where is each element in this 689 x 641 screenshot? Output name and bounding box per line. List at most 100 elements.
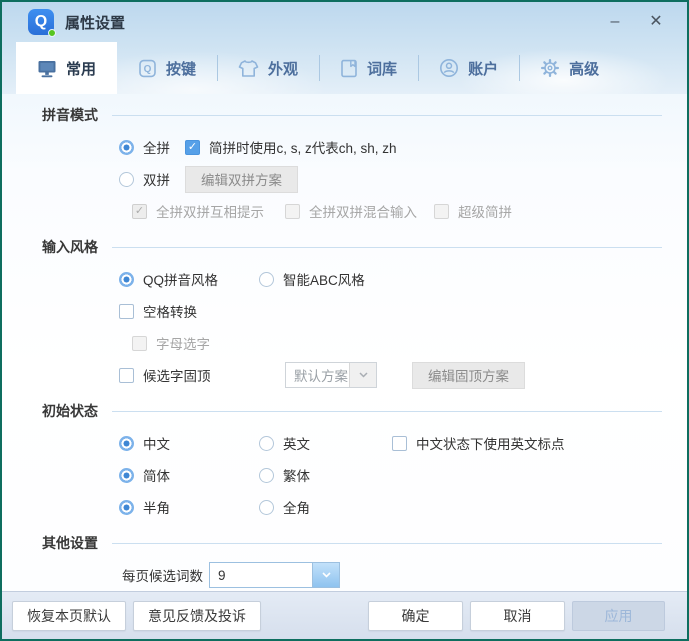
row-letter-select: 字母选字 [132,328,687,358]
radio-label: 全拼 [143,137,170,157]
radio-full-width[interactable]: 全角 [259,497,310,517]
checkbox-letter-select: 字母选字 [132,333,210,353]
checkbox-disabled-icon [434,204,449,219]
tab-advanced[interactable]: 高级 [519,42,620,94]
row-candidate-pin: 候选字固顶 默认方案 编辑固顶方案 [119,360,687,390]
section-pinyin-mode: 拼音模式 [42,106,662,124]
section-title: 拼音模式 [42,105,98,125]
tab-appearance[interactable]: 外观 [217,42,319,94]
checkbox-checked-disabled-icon [132,204,147,219]
checkbox-english-punct[interactable]: 中文状态下使用英文标点 [392,433,565,453]
section-divider [112,411,662,412]
radio-quanpin[interactable]: 全拼 [119,137,185,157]
ok-button[interactable]: 确定 [368,601,463,631]
book-icon [340,59,358,78]
radio-label: 双拼 [143,169,170,189]
pin-scheme-select: 默认方案 [285,362,377,388]
cancel-button[interactable]: 取消 [470,601,565,631]
radio-selected-icon [119,468,134,483]
radio-unselected-icon [259,272,274,287]
restore-defaults-button[interactable]: 恢复本页默认 [12,601,126,631]
logo-letter: Q [35,13,47,31]
row-shuangpin: 双拼 编辑双拼方案 [119,164,687,194]
row-language: 中文 英文 中文状态下使用英文标点 [119,428,687,458]
tab-lexicon[interactable]: 词库 [319,42,418,94]
checkbox-candidate-pin[interactable]: 候选字固顶 [119,365,285,385]
radio-label: 全角 [283,497,310,517]
radio-label: 智能ABC风格 [283,269,365,289]
checkbox-icon [119,368,134,383]
radio-selected-icon [119,500,134,515]
radio-abc-style[interactable]: 智能ABC风格 [259,269,365,289]
candidates-per-page-select[interactable]: 9 [209,562,340,588]
row-shuangpin-options: 全拼双拼互相提示 全拼双拼混合输入 超级简拼 [132,196,687,226]
apply-button: 应用 [572,601,665,631]
radio-shuangpin[interactable]: 双拼 [119,169,185,189]
checkbox-jianpin-csz[interactable]: 简拼时使用c, s, z代表ch, sh, zh [185,137,397,157]
row-style: QQ拼音风格 智能ABC风格 [119,264,687,294]
checkbox-label: 候选字固顶 [143,365,211,385]
settings-content: 拼音模式 全拼 简拼时使用c, s, z代表ch, sh, zh 双拼 编辑双拼… [2,94,687,591]
radio-english[interactable]: 英文 [259,433,392,453]
close-button[interactable]: ✕ [645,11,667,33]
properties-settings-window: Q 属性设置 – ✕ 常用 Q 按键 [0,0,689,641]
checkbox-super-jianpin: 超级简拼 [434,201,512,221]
checkbox-space-convert[interactable]: 空格转换 [119,301,197,321]
candidates-per-page-label: 每页候选词数 [122,565,209,585]
user-icon [439,58,459,78]
radio-half-width[interactable]: 半角 [119,497,259,517]
select-value: 9 [210,563,312,587]
checkbox-label: 中文状态下使用英文标点 [416,433,565,453]
svg-text:Q: Q [144,64,152,75]
keycap-icon: Q [138,59,157,78]
tab-common[interactable]: 常用 [16,42,117,94]
footer-bar: 恢复本页默认 意见反馈及投诉 确定 取消 应用 [2,591,687,639]
checkbox-label: 全拼双拼混合输入 [309,201,417,221]
radio-label: 繁体 [283,465,310,485]
checkbox-label: 空格转换 [143,301,197,321]
edit-shuangpin-scheme-button: 编辑双拼方案 [185,166,298,193]
radio-qq-style[interactable]: QQ拼音风格 [119,269,259,289]
radio-label: 英文 [283,433,310,453]
checkbox-disabled-icon [285,204,300,219]
row-candidates-per-page: 每页候选词数 9 [122,560,687,590]
checkbox-label: 简拼时使用c, s, z代表ch, sh, zh [209,137,397,157]
checkbox-icon [119,304,134,319]
checkbox-label: 字母选字 [156,333,210,353]
section-divider [112,543,662,544]
tab-keys[interactable]: Q 按键 [117,42,217,94]
window-title: 属性设置 [65,12,604,33]
section-initial-state: 初始状态 [42,402,662,420]
monitor-icon [37,59,57,78]
section-divider [112,247,662,248]
radio-chinese[interactable]: 中文 [119,433,259,453]
edit-pin-scheme-button: 编辑固顶方案 [412,362,525,389]
checkbox-checked-icon [185,140,200,155]
feedback-button[interactable]: 意见反馈及投诉 [133,601,261,631]
row-space-convert: 空格转换 [119,296,687,326]
radio-label: 简体 [143,465,170,485]
radio-label: QQ拼音风格 [143,269,218,289]
tab-label: 高级 [569,58,599,79]
radio-unselected-icon [259,436,274,451]
logo-status-dot [48,29,56,37]
radio-simplified[interactable]: 简体 [119,465,259,485]
window-header: Q 属性设置 – ✕ 常用 Q 按键 [2,2,687,94]
tshirt-icon [238,59,259,78]
section-title: 其他设置 [42,533,98,553]
section-input-style: 输入风格 [42,238,662,256]
checkbox-label: 超级简拼 [458,201,512,221]
row-width: 半角 全角 [119,492,687,522]
minimize-button[interactable]: – [604,11,626,33]
titlebar: Q 属性设置 – ✕ [2,2,687,42]
gear-icon [540,58,560,78]
radio-unselected-icon [259,468,274,483]
radio-selected-icon [119,140,134,155]
radio-traditional[interactable]: 繁体 [259,465,310,485]
tab-account[interactable]: 账户 [418,42,519,94]
chevron-down-icon [349,363,376,387]
radio-selected-icon [119,436,134,451]
tab-label: 常用 [66,58,96,79]
section-title: 初始状态 [42,401,98,421]
tab-label: 词库 [367,58,397,79]
